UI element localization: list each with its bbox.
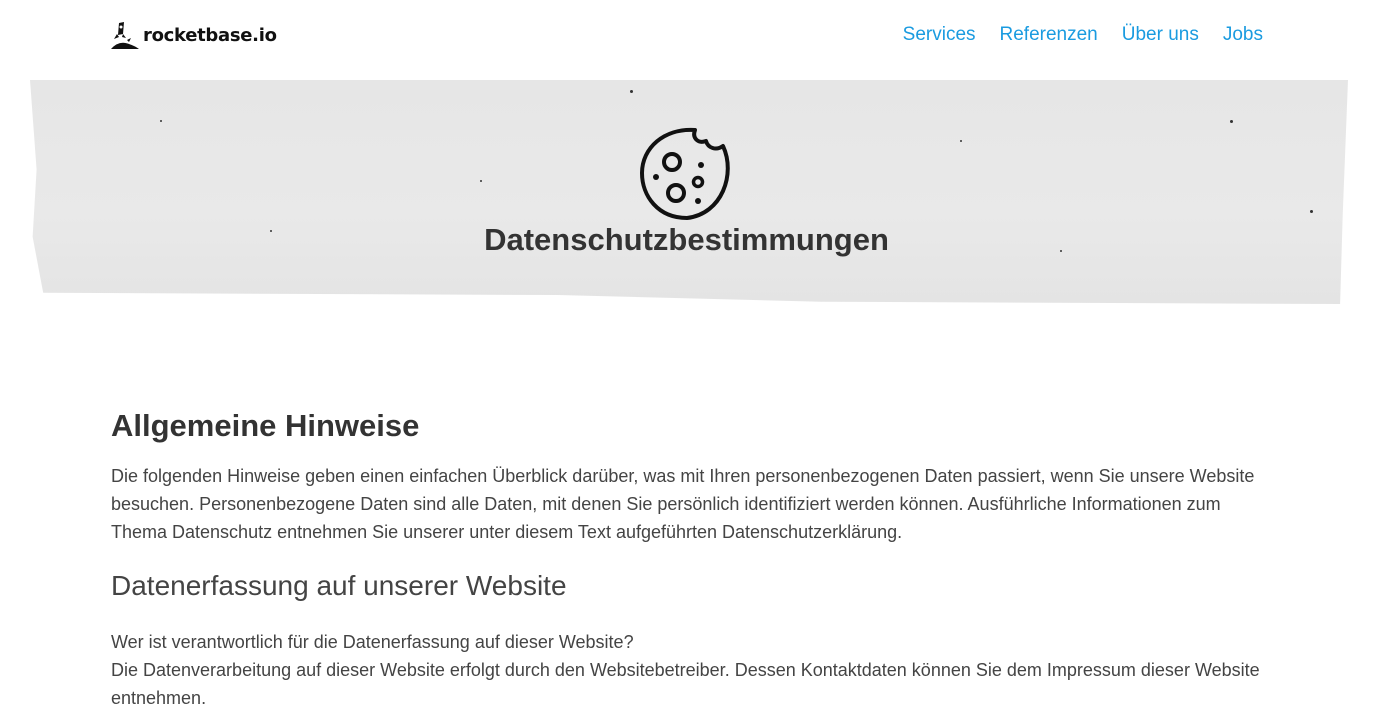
site-header: rocketbase.io Services Referenzen Über u… — [0, 0, 1373, 72]
nav-ueber-uns[interactable]: Über uns — [1122, 24, 1199, 46]
cookie-icon — [640, 127, 730, 220]
nav-referenzen[interactable]: Referenzen — [1000, 24, 1098, 46]
nav-services[interactable]: Services — [903, 24, 976, 46]
main-content: Allgemeine Hinweise Die folgenden Hinwei… — [111, 408, 1261, 712]
nav-jobs[interactable]: Jobs — [1223, 24, 1263, 46]
subsection-heading: Datenerfassung auf unserer Website — [111, 570, 567, 601]
section-heading: Allgemeine Hinweise — [111, 408, 420, 443]
logo-link[interactable]: rocketbase.io — [111, 20, 277, 50]
page-title: Datenschutzbestimmungen — [484, 222, 889, 257]
intro-paragraph: Die folgenden Hinweise geben einen einfa… — [111, 466, 1255, 542]
question-text: Wer ist verantwortlich für die Datenerfa… — [111, 632, 634, 652]
answer-paragraph: Die Datenverarbeitung auf dieser Website… — [111, 660, 1260, 708]
logo-text: rocketbase.io — [143, 24, 277, 46]
rocket-logo-icon — [111, 22, 139, 49]
main-nav: Services Referenzen Über uns Jobs — [903, 24, 1263, 46]
